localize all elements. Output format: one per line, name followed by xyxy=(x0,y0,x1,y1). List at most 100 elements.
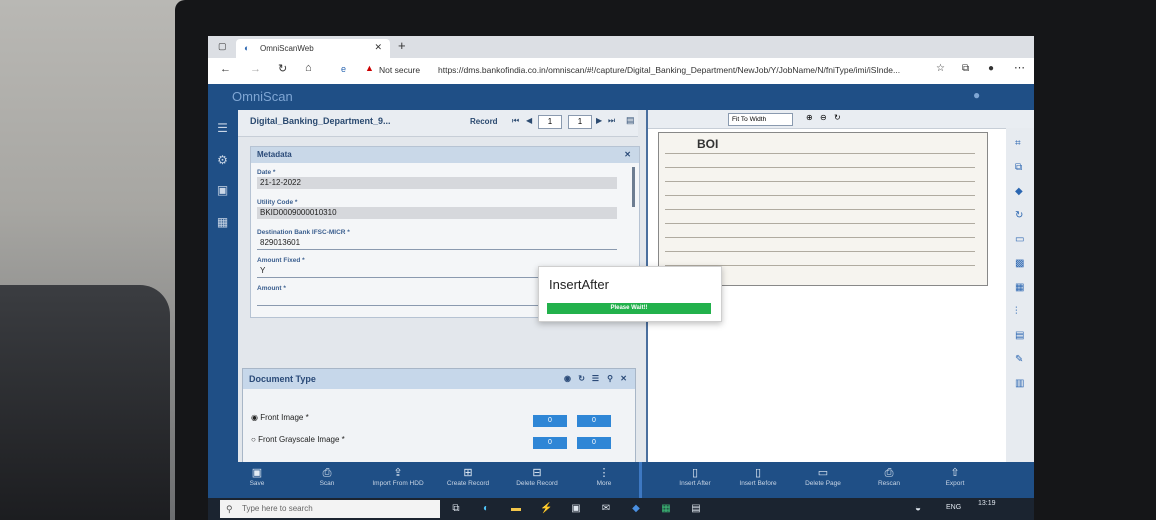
home-icon[interactable]: ⌂ xyxy=(305,62,312,74)
prev-record-icon[interactable]: ◀ xyxy=(526,116,532,125)
close-icon[interactable]: ✕ xyxy=(620,369,627,389)
left-nav: ☰ ⚙ ▣ ▦ xyxy=(208,110,238,462)
forward-icon[interactable]: → xyxy=(250,63,261,75)
folder-icon[interactable]: ▣ xyxy=(216,184,229,197)
list-icon[interactable]: ☰ xyxy=(592,369,599,389)
progress-text: Please Wait!! xyxy=(610,305,648,311)
rotate-icon[interactable]: ↻ xyxy=(1015,210,1023,221)
zoom-select[interactable]: Fit To Width xyxy=(728,113,793,126)
paint-icon[interactable]: ◆ xyxy=(1015,186,1023,197)
grid-icon[interactable]: ▦ xyxy=(216,216,229,229)
first-record-icon[interactable]: ⏮ xyxy=(512,116,519,126)
scan-button[interactable]: ⎙ Scan xyxy=(292,466,362,496)
refresh-icon[interactable]: ↻ xyxy=(578,369,585,389)
edit-icon[interactable]: ✎ xyxy=(1015,354,1023,365)
pages-icon[interactable]: ▤ xyxy=(1015,330,1024,341)
scan-bank-logo: BOI xyxy=(697,137,719,151)
menu-icon[interactable]: ⋯ xyxy=(1014,61,1025,74)
field-value[interactable]: 21-12-2022 xyxy=(257,177,617,189)
insert-before-button[interactable]: ▯ Insert Before xyxy=(723,466,793,496)
create-record-button[interactable]: ⊞ Create Record xyxy=(433,466,503,496)
search-icon[interactable]: ⚲ xyxy=(607,369,613,389)
tab-title: OmniScanWeb xyxy=(260,44,314,53)
insert-after-button[interactable]: ▯ Insert After xyxy=(660,466,730,496)
eye-icon[interactable]: ◉ xyxy=(564,369,571,389)
document-type-header: Document Type ◉ ↻ ☰ ⚲ ✕ xyxy=(243,369,635,389)
barcode-icon[interactable]: ▥ xyxy=(1015,378,1024,389)
back-icon[interactable]: ← xyxy=(220,63,231,75)
delete-page-button[interactable]: ▭ Delete Page xyxy=(788,466,858,496)
delete-record-button[interactable]: ⊟ Delete Record xyxy=(502,466,572,496)
page-to-input[interactable]: 0 xyxy=(577,437,611,449)
url-field[interactable]: https://dms.bankofindia.co.in/omniscan/#… xyxy=(438,63,998,78)
ifsc-field[interactable]: Destination Bank IFSC-MICR * 829013601 xyxy=(257,229,617,250)
browser-tab[interactable]: ◐ OmniScanWeb ✕ xyxy=(236,39,390,58)
more-button[interactable]: ⋮ More xyxy=(569,466,639,496)
wifi-icon[interactable]: ◒ xyxy=(912,503,924,515)
app-name: OmniScan xyxy=(232,89,293,104)
grid-icon[interactable]: ▦ xyxy=(1015,282,1024,293)
copy-icon[interactable]: ⧉ xyxy=(1015,162,1022,173)
zoom-in-icon[interactable]: ⊕ xyxy=(806,113,813,122)
favorites-icon[interactable]: ☆ xyxy=(936,63,945,74)
page-from-input[interactable]: 0 xyxy=(533,437,567,449)
store-icon[interactable]: ▣ xyxy=(570,503,582,515)
profile-icon[interactable]: ● xyxy=(988,63,994,74)
security-label[interactable]: Not secure xyxy=(379,65,420,75)
utility-code-field[interactable]: Utility Code * BKID0009000010310 xyxy=(257,199,617,219)
sliders-icon[interactable]: ⫶ xyxy=(1015,306,1018,317)
image-icon[interactable]: ▩ xyxy=(1015,258,1024,269)
field-value[interactable]: BKID0009000010310 xyxy=(257,207,617,219)
screen: ▢ ◐ OmniScanWeb ✕ + ← → ↻ ⌂ e ▲ Not secu… xyxy=(208,36,1034,520)
layout-icon[interactable]: ▤ xyxy=(626,115,635,126)
refresh-icon[interactable]: ↻ xyxy=(278,62,287,75)
radio-unselected-icon[interactable]: ○ xyxy=(251,435,256,444)
ie-mode-icon[interactable]: e xyxy=(341,64,346,74)
delete-icon[interactable]: ▭ xyxy=(1015,234,1024,245)
export-button[interactable]: ⇧ Export xyxy=(920,466,990,496)
zoom-out-icon[interactable]: ⊖ xyxy=(820,113,827,122)
record-total: 1 xyxy=(568,115,592,129)
collections-icon[interactable]: ⧉ xyxy=(962,63,969,74)
date-field[interactable]: Date * 21-12-2022 xyxy=(257,169,617,189)
task-view-icon[interactable]: ⧉ xyxy=(450,503,462,515)
import-button[interactable]: ⇪ Import From HDD xyxy=(363,466,433,496)
app-icon[interactable]: ▦ xyxy=(660,503,672,515)
search-icon: ⚲ xyxy=(226,504,233,514)
button-label: Rescan xyxy=(877,480,901,487)
edge-icon[interactable]: ◐ xyxy=(480,503,492,515)
clock[interactable]: 13:19 xyxy=(978,500,996,507)
windows-taskbar: ⚲ Type here to search ⧉ ◐ ▬ ⚡ ▣ ✉ ◆ ▦ ▤ … xyxy=(208,498,1034,520)
close-metadata-icon[interactable]: ✕ xyxy=(624,147,631,163)
window-icon[interactable]: ▢ xyxy=(218,41,227,52)
gear-icon[interactable]: ⚙ xyxy=(216,154,229,167)
save-button[interactable]: ▣ Save xyxy=(222,466,292,496)
user-icon[interactable]: ● xyxy=(973,88,980,102)
front-image-option[interactable]: ◉ Front Image * xyxy=(251,413,309,422)
new-tab-icon[interactable]: + xyxy=(398,38,406,53)
edge-icon: ◐ xyxy=(244,43,250,53)
taskbar-search[interactable]: ⚲ Type here to search xyxy=(220,500,440,518)
page-to-input[interactable]: 0 xyxy=(577,415,611,427)
close-tab-icon[interactable]: ✕ xyxy=(374,42,382,53)
dropbox-icon[interactable]: ◆ xyxy=(630,503,642,515)
crop-icon[interactable]: ⌗ xyxy=(1015,138,1021,149)
next-record-icon[interactable]: ▶ xyxy=(596,116,602,125)
page-from-input[interactable]: 0 xyxy=(533,415,567,427)
front-grayscale-option[interactable]: ○ Front Grayscale Image * xyxy=(251,435,345,444)
rescan-button[interactable]: ⎙ Rescan xyxy=(854,466,924,496)
file-explorer-icon[interactable]: ▬ xyxy=(510,503,522,515)
record-input[interactable]: 1 xyxy=(538,115,562,129)
app-icon[interactable]: ⚡ xyxy=(540,503,552,515)
mail-icon[interactable]: ✉ xyxy=(600,503,612,515)
app-icon[interactable]: ▤ xyxy=(690,503,702,515)
last-record-icon[interactable]: ⏭ xyxy=(608,116,615,126)
button-label: Save xyxy=(249,480,265,487)
language-indicator[interactable]: ENG xyxy=(946,504,961,511)
field-value[interactable]: 829013601 xyxy=(257,237,617,250)
metadata-scrollbar[interactable] xyxy=(632,167,635,207)
radio-selected-icon[interactable]: ◉ xyxy=(251,413,258,422)
list-icon[interactable]: ☰ xyxy=(216,122,229,135)
rotate-icon[interactable]: ↻ xyxy=(834,113,841,122)
scan-line xyxy=(665,209,975,210)
